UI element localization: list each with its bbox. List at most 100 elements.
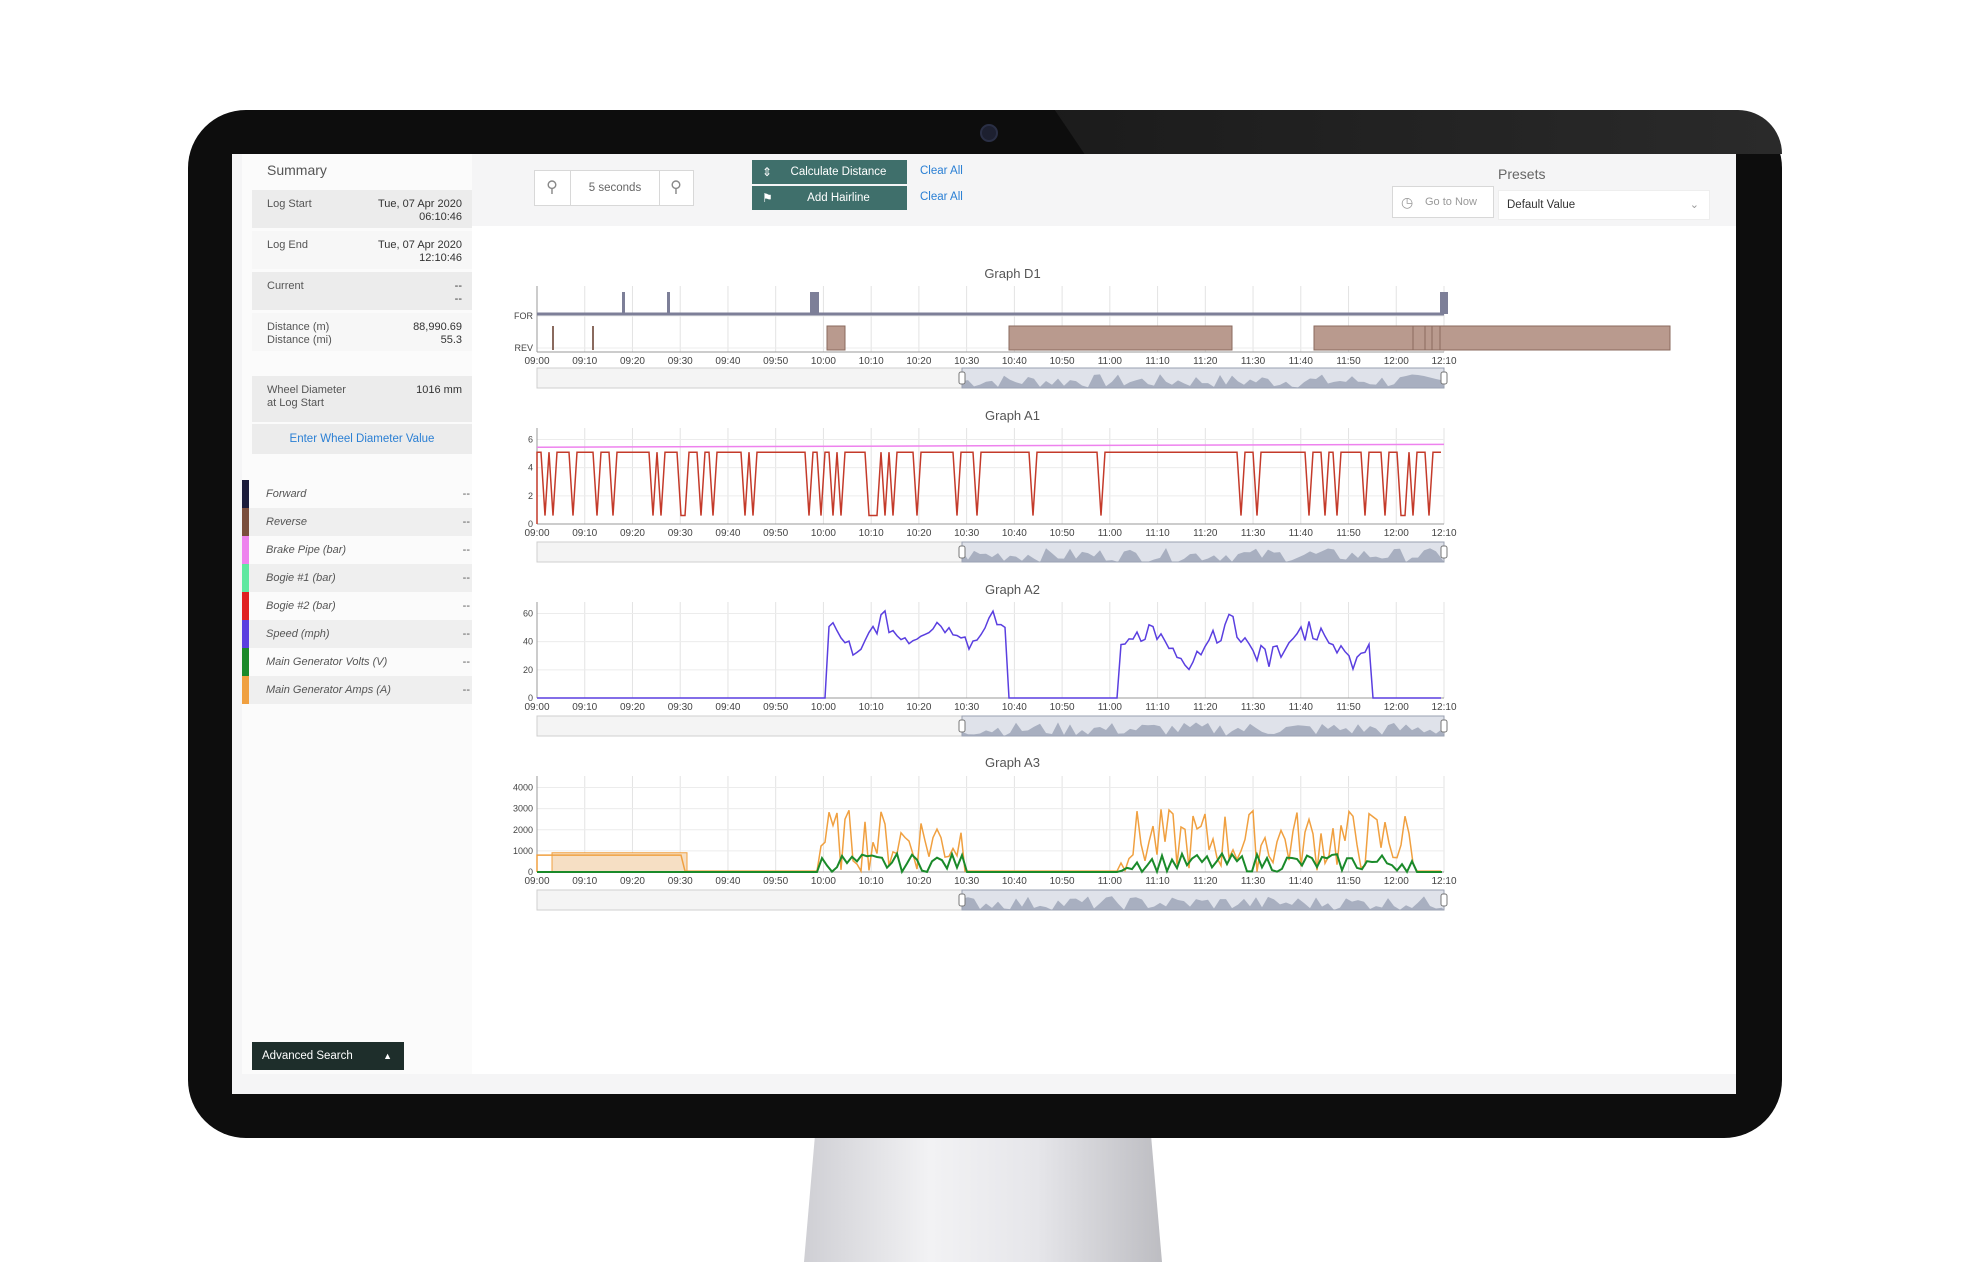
navigator-handle-right[interactable] bbox=[1440, 371, 1448, 385]
summary-row-current: Current -- -- bbox=[252, 272, 472, 310]
add-hairline-button[interactable]: ⚑ Add Hairline bbox=[752, 186, 907, 210]
legend-item-gen-amps[interactable]: Main Generator Amps (A) -- bbox=[242, 676, 482, 704]
summary-value: -- -- bbox=[454, 280, 462, 305]
summary-title: Summary bbox=[267, 162, 327, 178]
legend-item-gen-volts[interactable]: Main Generator Volts (V) -- bbox=[242, 648, 482, 676]
graphs-panel: Graph D1 09:00 09:10 09:20 09:30 09:40 09:50 10… bbox=[472, 226, 1736, 1074]
x-tick-label: 09:10 bbox=[572, 876, 597, 887]
legend-swatch bbox=[242, 480, 249, 508]
presets-label: Presets bbox=[1498, 166, 1546, 182]
legend-item-reverse[interactable]: Reverse -- bbox=[242, 508, 482, 536]
y-tick-label: 6 bbox=[528, 435, 533, 445]
y-tick-label: 4000 bbox=[513, 783, 533, 793]
x-tick-label: 09:30 bbox=[668, 876, 693, 887]
navigator-handle-right[interactable] bbox=[1440, 893, 1448, 907]
camera-icon bbox=[980, 124, 998, 142]
legend-label: Bogie #2 (bar) bbox=[266, 600, 336, 612]
x-tick-label: 09:50 bbox=[763, 528, 788, 539]
x-tick-label: 11:40 bbox=[1289, 356, 1314, 367]
reverse-block bbox=[1412, 325, 1426, 351]
legend-value: -- bbox=[462, 684, 470, 696]
x-tick-label: 09:40 bbox=[715, 528, 740, 539]
legend-value: -- bbox=[462, 488, 470, 500]
add-hairline-label: Add Hairline bbox=[807, 192, 870, 204]
x-tick-label: 09:00 bbox=[524, 702, 549, 713]
x-tick-label: 10:20 bbox=[906, 702, 931, 713]
x-tick-label: 10:20 bbox=[906, 876, 931, 887]
navigator-handle-left[interactable] bbox=[958, 545, 966, 559]
graph-2[interactable]: Graph A2 09:00 09:10 09:20 09:30 09:40 09:50 10… bbox=[523, 582, 1457, 737]
legend-item-bogie-1[interactable]: Bogie #1 (bar) -- bbox=[242, 564, 482, 592]
graph-1[interactable]: Graph A1 09:00 09:10 09:20 09:30 09:40 09:50 10… bbox=[524, 408, 1457, 563]
advanced-search-button[interactable]: Advanced Search ▲ bbox=[252, 1042, 404, 1070]
y-tick-label: 0 bbox=[528, 693, 533, 703]
range-navigator[interactable] bbox=[536, 541, 1448, 563]
navigator-handle-left[interactable] bbox=[958, 719, 966, 733]
summary-value: Tue, 07 Apr 2020 12:10:46 bbox=[378, 239, 462, 264]
range-navigator[interactable] bbox=[536, 715, 1448, 737]
go-to-now-button[interactable]: ◷ Go to Now bbox=[1392, 186, 1494, 218]
navigator-handle-left[interactable] bbox=[958, 371, 966, 385]
y-tick-label: 20 bbox=[523, 665, 533, 675]
clock-icon: ◷ bbox=[1401, 194, 1414, 210]
graph-0[interactable]: Graph D1 09:00 09:10 09:20 09:30 09:40 09:50 10… bbox=[514, 266, 1671, 389]
x-tick-label: 11:00 bbox=[1098, 876, 1123, 887]
legend-value: -- bbox=[462, 544, 470, 556]
legend-swatch bbox=[242, 676, 249, 704]
forward-mark bbox=[667, 292, 670, 314]
x-tick-label: 11:50 bbox=[1336, 356, 1361, 367]
navigator-handle-left[interactable] bbox=[958, 893, 966, 907]
navigator-handle-right[interactable] bbox=[1440, 545, 1448, 559]
series-legend: Forward -- Reverse -- Brake Pipe (bar) -- B… bbox=[242, 480, 482, 704]
x-tick-label: 11:30 bbox=[1241, 528, 1266, 539]
graph-3[interactable]: Graph A3 09:00 09:10 09:20 09:30 09:40 09:50 10… bbox=[513, 755, 1457, 911]
legend-swatch bbox=[242, 648, 249, 676]
legend-item-speed[interactable]: Speed (mph) -- bbox=[242, 620, 482, 648]
range-navigator[interactable] bbox=[536, 889, 1448, 911]
x-tick-label: 09:40 bbox=[715, 356, 740, 367]
x-tick-label: 10:10 bbox=[859, 356, 884, 367]
clear-all-distance-link[interactable]: Clear All bbox=[920, 165, 963, 177]
enter-wheel-diameter-link[interactable]: Enter Wheel Diameter Value bbox=[252, 424, 472, 454]
graph-title: Graph A1 bbox=[985, 408, 1040, 423]
x-tick-label: 09:20 bbox=[620, 702, 645, 713]
legend-value: -- bbox=[462, 600, 470, 612]
legend-item-forward[interactable]: Forward -- bbox=[242, 480, 482, 508]
x-tick-label: 11:00 bbox=[1098, 702, 1123, 713]
x-tick-label: 10:50 bbox=[1050, 356, 1075, 367]
x-tick-label: 10:50 bbox=[1050, 876, 1075, 887]
x-tick-label: 10:10 bbox=[859, 702, 884, 713]
x-tick-label: 09:50 bbox=[763, 702, 788, 713]
x-tick-label: 09:10 bbox=[572, 528, 597, 539]
zoom-value[interactable]: 5 seconds bbox=[570, 171, 660, 205]
summary-key: Wheel Diameter at Log Start bbox=[267, 384, 346, 409]
x-tick-label: 10:20 bbox=[906, 528, 931, 539]
x-tick-label: 10:30 bbox=[954, 702, 979, 713]
x-tick-label: 11:10 bbox=[1145, 702, 1170, 713]
forward-mark bbox=[1440, 292, 1448, 314]
legend-label: Reverse bbox=[266, 516, 307, 528]
x-tick-label: 11:30 bbox=[1241, 876, 1266, 887]
legend-item-bogie-2[interactable]: Bogie #2 (bar) -- bbox=[242, 592, 482, 620]
legend-item-brake-pipe[interactable]: Brake Pipe (bar) -- bbox=[242, 536, 482, 564]
preset-select[interactable]: Default Value ⌄ bbox=[1498, 190, 1710, 220]
x-tick-label: 11:10 bbox=[1145, 356, 1170, 367]
calculate-distance-label: Calculate Distance bbox=[790, 166, 887, 178]
y-tick-label: 2000 bbox=[513, 825, 533, 835]
range-navigator[interactable] bbox=[536, 367, 1448, 389]
x-tick-label: 09:50 bbox=[763, 356, 788, 367]
navigator-handle-right[interactable] bbox=[1440, 719, 1448, 733]
reverse-mark bbox=[552, 326, 554, 350]
graphs-canvas[interactable]: Graph D1 09:00 09:10 09:20 09:30 09:40 09:50 10… bbox=[472, 226, 1736, 1074]
legend-label: Brake Pipe (bar) bbox=[266, 544, 347, 556]
zoom-out-icon[interactable]: ⚲ bbox=[535, 171, 569, 205]
reverse-block bbox=[826, 325, 846, 351]
y-tick-label: 40 bbox=[523, 637, 533, 647]
legend-swatch bbox=[242, 592, 249, 620]
zoom-in-icon[interactable]: ⚲ bbox=[659, 171, 693, 205]
clear-all-hairline-link[interactable]: Clear All bbox=[920, 191, 963, 203]
calculate-distance-button[interactable]: ⇕ Calculate Distance bbox=[752, 160, 907, 184]
x-tick-label: 11:20 bbox=[1193, 356, 1218, 367]
x-tick-label: 09:30 bbox=[668, 528, 693, 539]
reverse-block bbox=[1008, 325, 1233, 351]
